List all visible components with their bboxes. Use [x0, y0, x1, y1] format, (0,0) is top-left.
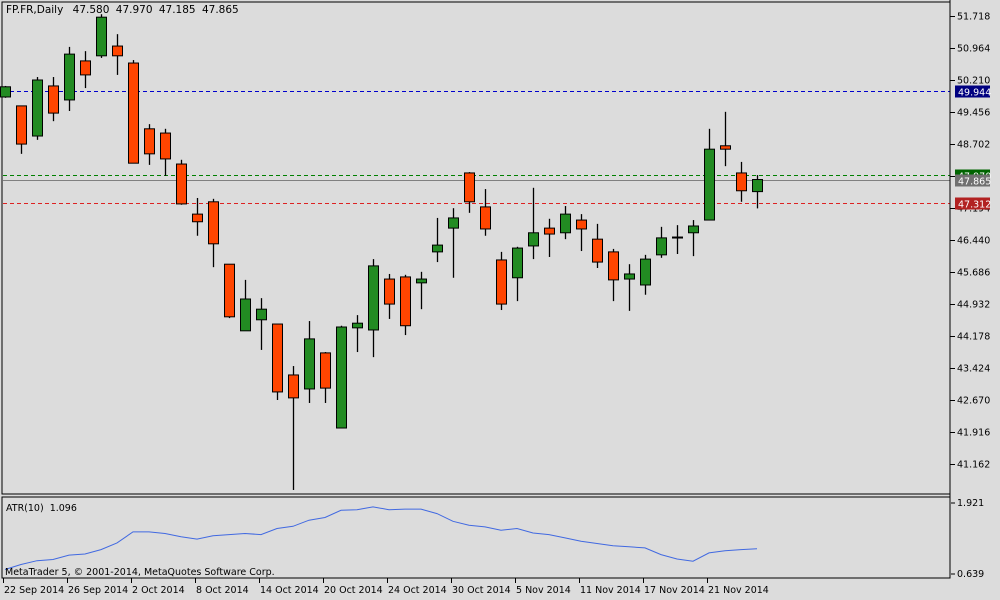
candle-body [704, 148, 715, 221]
x-tick-label: 8 Oct 2014 [196, 585, 249, 596]
candle-bear [272, 323, 283, 400]
y-tick-label: 46.440 [957, 236, 990, 247]
y-tick-label: 44.932 [957, 300, 990, 311]
candle-body [304, 338, 315, 390]
candle-body [608, 251, 619, 281]
x-tick-label: 21 Nov 2014 [708, 585, 769, 596]
candle-bull [0, 85, 11, 98]
y-tick-label: 41.162 [957, 460, 990, 471]
candle-body [656, 237, 667, 256]
x-tick-label: 14 Oct 2014 [260, 585, 319, 596]
candle-bear [176, 159, 187, 205]
candle-body [64, 53, 75, 101]
candle-body [256, 308, 267, 321]
y-tick-label: 50.210 [957, 76, 990, 87]
candle-bear [496, 251, 507, 311]
candle-body [80, 60, 91, 76]
candle-body [192, 213, 203, 223]
candle-body [672, 236, 683, 239]
candle-body [560, 213, 571, 234]
candle-body [336, 326, 347, 429]
red-level-label: 47.312 [958, 200, 991, 211]
candle-body [448, 217, 459, 229]
candle-bull [96, 14, 107, 58]
x-tick-label: 24 Oct 2014 [388, 585, 447, 596]
candle-body [32, 79, 43, 137]
y-tick-label: 43.424 [957, 364, 990, 375]
x-tick-label: 30 Oct 2014 [452, 585, 511, 596]
y-tick-label: 41.916 [957, 428, 990, 439]
atr-tick-min: 0.639 [957, 569, 984, 580]
atr-label: ATR(10) 1.096 [6, 503, 77, 514]
candle-body [272, 323, 283, 393]
copyright-text: MetaTrader 5, © 2001-2014, MetaQuotes So… [5, 567, 275, 578]
y-tick-label: 45.686 [957, 268, 990, 279]
candle-body [208, 201, 219, 245]
candle-bull [336, 325, 347, 429]
candle-body [480, 206, 491, 230]
candle-bear [224, 263, 235, 319]
candle-body [752, 179, 763, 193]
x-tick-label: 11 Nov 2014 [580, 585, 641, 596]
last-price-label: 47.865 [958, 177, 991, 188]
candle-body [320, 352, 331, 389]
price-axis: 51.71850.96450.21049.45648.70247.94847.1… [950, 12, 990, 471]
candle-body [544, 227, 555, 235]
atr-tick-max: 1.921 [957, 498, 984, 509]
candle-body [16, 105, 27, 145]
x-tick-label: 26 Sep 2014 [68, 585, 128, 596]
candle-body [160, 132, 171, 160]
candle-body [512, 247, 523, 279]
chart-title: FP.FR,Daily 47.580 47.970 47.185 47.865 [6, 4, 239, 16]
candle-bear [400, 274, 411, 336]
x-tick-label: 2 Oct 2014 [132, 585, 185, 596]
candle-body [496, 259, 507, 305]
candle-body [368, 265, 379, 331]
candle-body [464, 172, 475, 203]
y-tick-label: 50.964 [957, 44, 990, 55]
candle-body [432, 244, 443, 253]
x-tick-label: 22 Sep 2014 [4, 585, 64, 596]
candle-body [0, 86, 11, 98]
candle-body [96, 16, 107, 57]
candle-body [736, 172, 747, 192]
candle-body [352, 322, 363, 329]
price-chart[interactable]: 51.71850.96450.21049.45648.70247.94847.1… [0, 0, 1000, 600]
candle-body [640, 258, 651, 286]
candle-body [624, 273, 635, 280]
candle-body [528, 232, 539, 247]
candle-body [48, 85, 59, 114]
y-tick-label: 51.718 [957, 12, 990, 23]
candle-bear [128, 60, 139, 164]
candle-bull [32, 77, 43, 140]
candle-body [240, 298, 251, 332]
x-tick-label: 5 Nov 2014 [516, 585, 571, 596]
x-tick-label: 17 Nov 2014 [644, 585, 705, 596]
candle-body [288, 374, 299, 399]
candle-body [400, 276, 411, 327]
candle-body [224, 263, 235, 318]
candle-body [576, 219, 587, 230]
candle-body [112, 45, 123, 57]
candle-body [592, 238, 603, 263]
candle-body [128, 62, 139, 164]
candle-body [176, 163, 187, 205]
y-tick-label: 42.670 [957, 396, 990, 407]
blue-level-label: 49.944 [958, 88, 991, 99]
candle-body [144, 128, 155, 155]
candle-body [720, 145, 731, 150]
y-tick-label: 49.456 [957, 108, 990, 119]
y-tick-label: 44.178 [957, 332, 990, 343]
candle-body [416, 278, 427, 284]
x-tick-label: 20 Oct 2014 [324, 585, 383, 596]
y-tick-label: 48.702 [957, 140, 990, 151]
candle-body [384, 278, 395, 305]
candle-body [688, 225, 699, 234]
